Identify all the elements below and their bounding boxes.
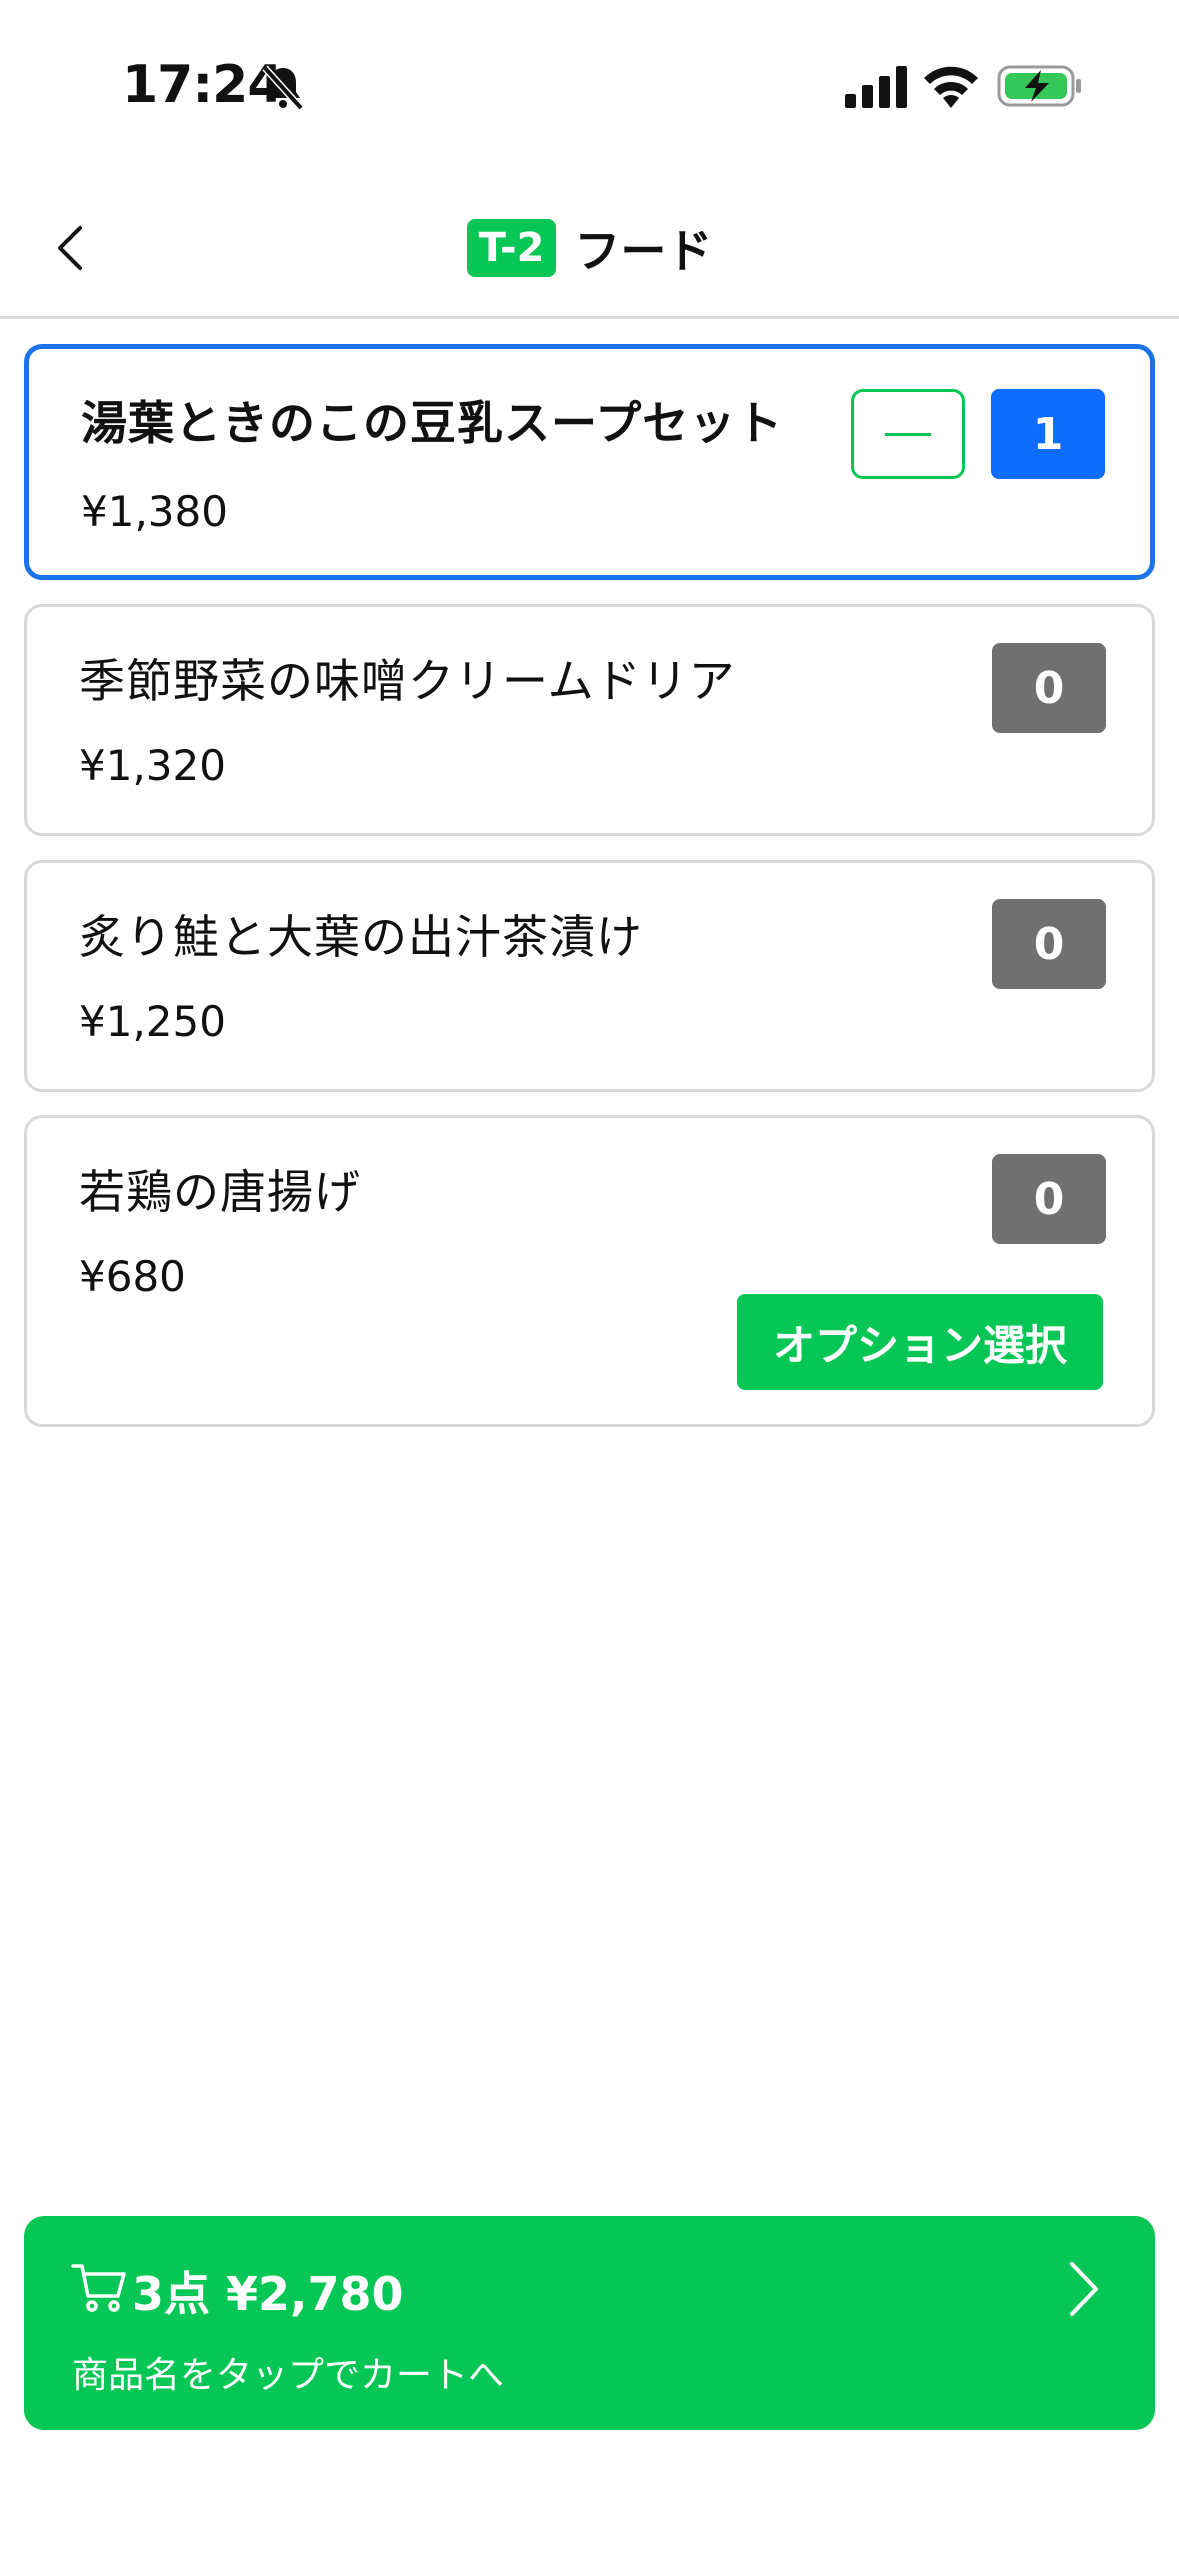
menu-item-card[interactable]: 湯葉ときのこの豆乳スープセット ¥1,380 1 xyxy=(24,344,1155,580)
menu-item-card[interactable]: 若鶏の唐揚げ ¥680 0 オプション選択 xyxy=(24,1115,1155,1427)
item-name[interactable]: 湯葉ときのこの豆乳スープセット xyxy=(81,387,783,453)
chevron-right-icon xyxy=(1070,2262,1098,2316)
cart-hint: 商品名をタップでカートへ xyxy=(72,2355,505,2396)
item-name[interactable]: 炙り鮭と大葉の出汁茶漬け xyxy=(79,901,643,967)
item-name[interactable]: 季節野菜の味噌クリームドリア xyxy=(79,645,736,711)
item-price: ¥680 xyxy=(79,1252,186,1301)
quantity-badge[interactable]: 0 xyxy=(992,643,1106,733)
page-title: T-2 フード xyxy=(0,215,1179,281)
battery-charging-icon xyxy=(997,65,1081,107)
select-options-button[interactable]: オプション選択 xyxy=(737,1294,1103,1390)
signal-icon xyxy=(845,66,907,108)
category-title: フード xyxy=(574,224,713,278)
item-price: ¥1,320 xyxy=(79,741,226,790)
wifi-icon xyxy=(924,66,978,108)
status-bar: 17:24 xyxy=(0,0,1179,170)
quantity-badge[interactable]: 0 xyxy=(992,899,1106,989)
minus-icon xyxy=(885,432,931,436)
cart-summary: 3点 ¥2,780 xyxy=(132,2267,404,2321)
cart-bar[interactable]: 3点 ¥2,780 商品名をタップでカートへ xyxy=(24,2216,1155,2430)
item-price: ¥1,250 xyxy=(79,997,226,1046)
quantity-badge[interactable]: 0 xyxy=(992,1154,1106,1244)
table-badge: T-2 xyxy=(466,219,557,277)
menu-item-card[interactable]: 季節野菜の味噌クリームドリア ¥1,320 0 xyxy=(24,604,1155,836)
menu-item-card[interactable]: 炙り鮭と大葉の出汁茶漬け ¥1,250 0 xyxy=(24,860,1155,1092)
silent-bell-icon xyxy=(262,65,304,111)
cart-icon xyxy=(71,2264,126,2312)
decrease-button[interactable] xyxy=(851,389,965,479)
nav-header: T-2 フード xyxy=(0,170,1179,319)
item-price: ¥1,380 xyxy=(81,487,228,536)
item-name[interactable]: 若鶏の唐揚げ xyxy=(79,1156,361,1222)
quantity-badge[interactable]: 1 xyxy=(991,389,1105,479)
